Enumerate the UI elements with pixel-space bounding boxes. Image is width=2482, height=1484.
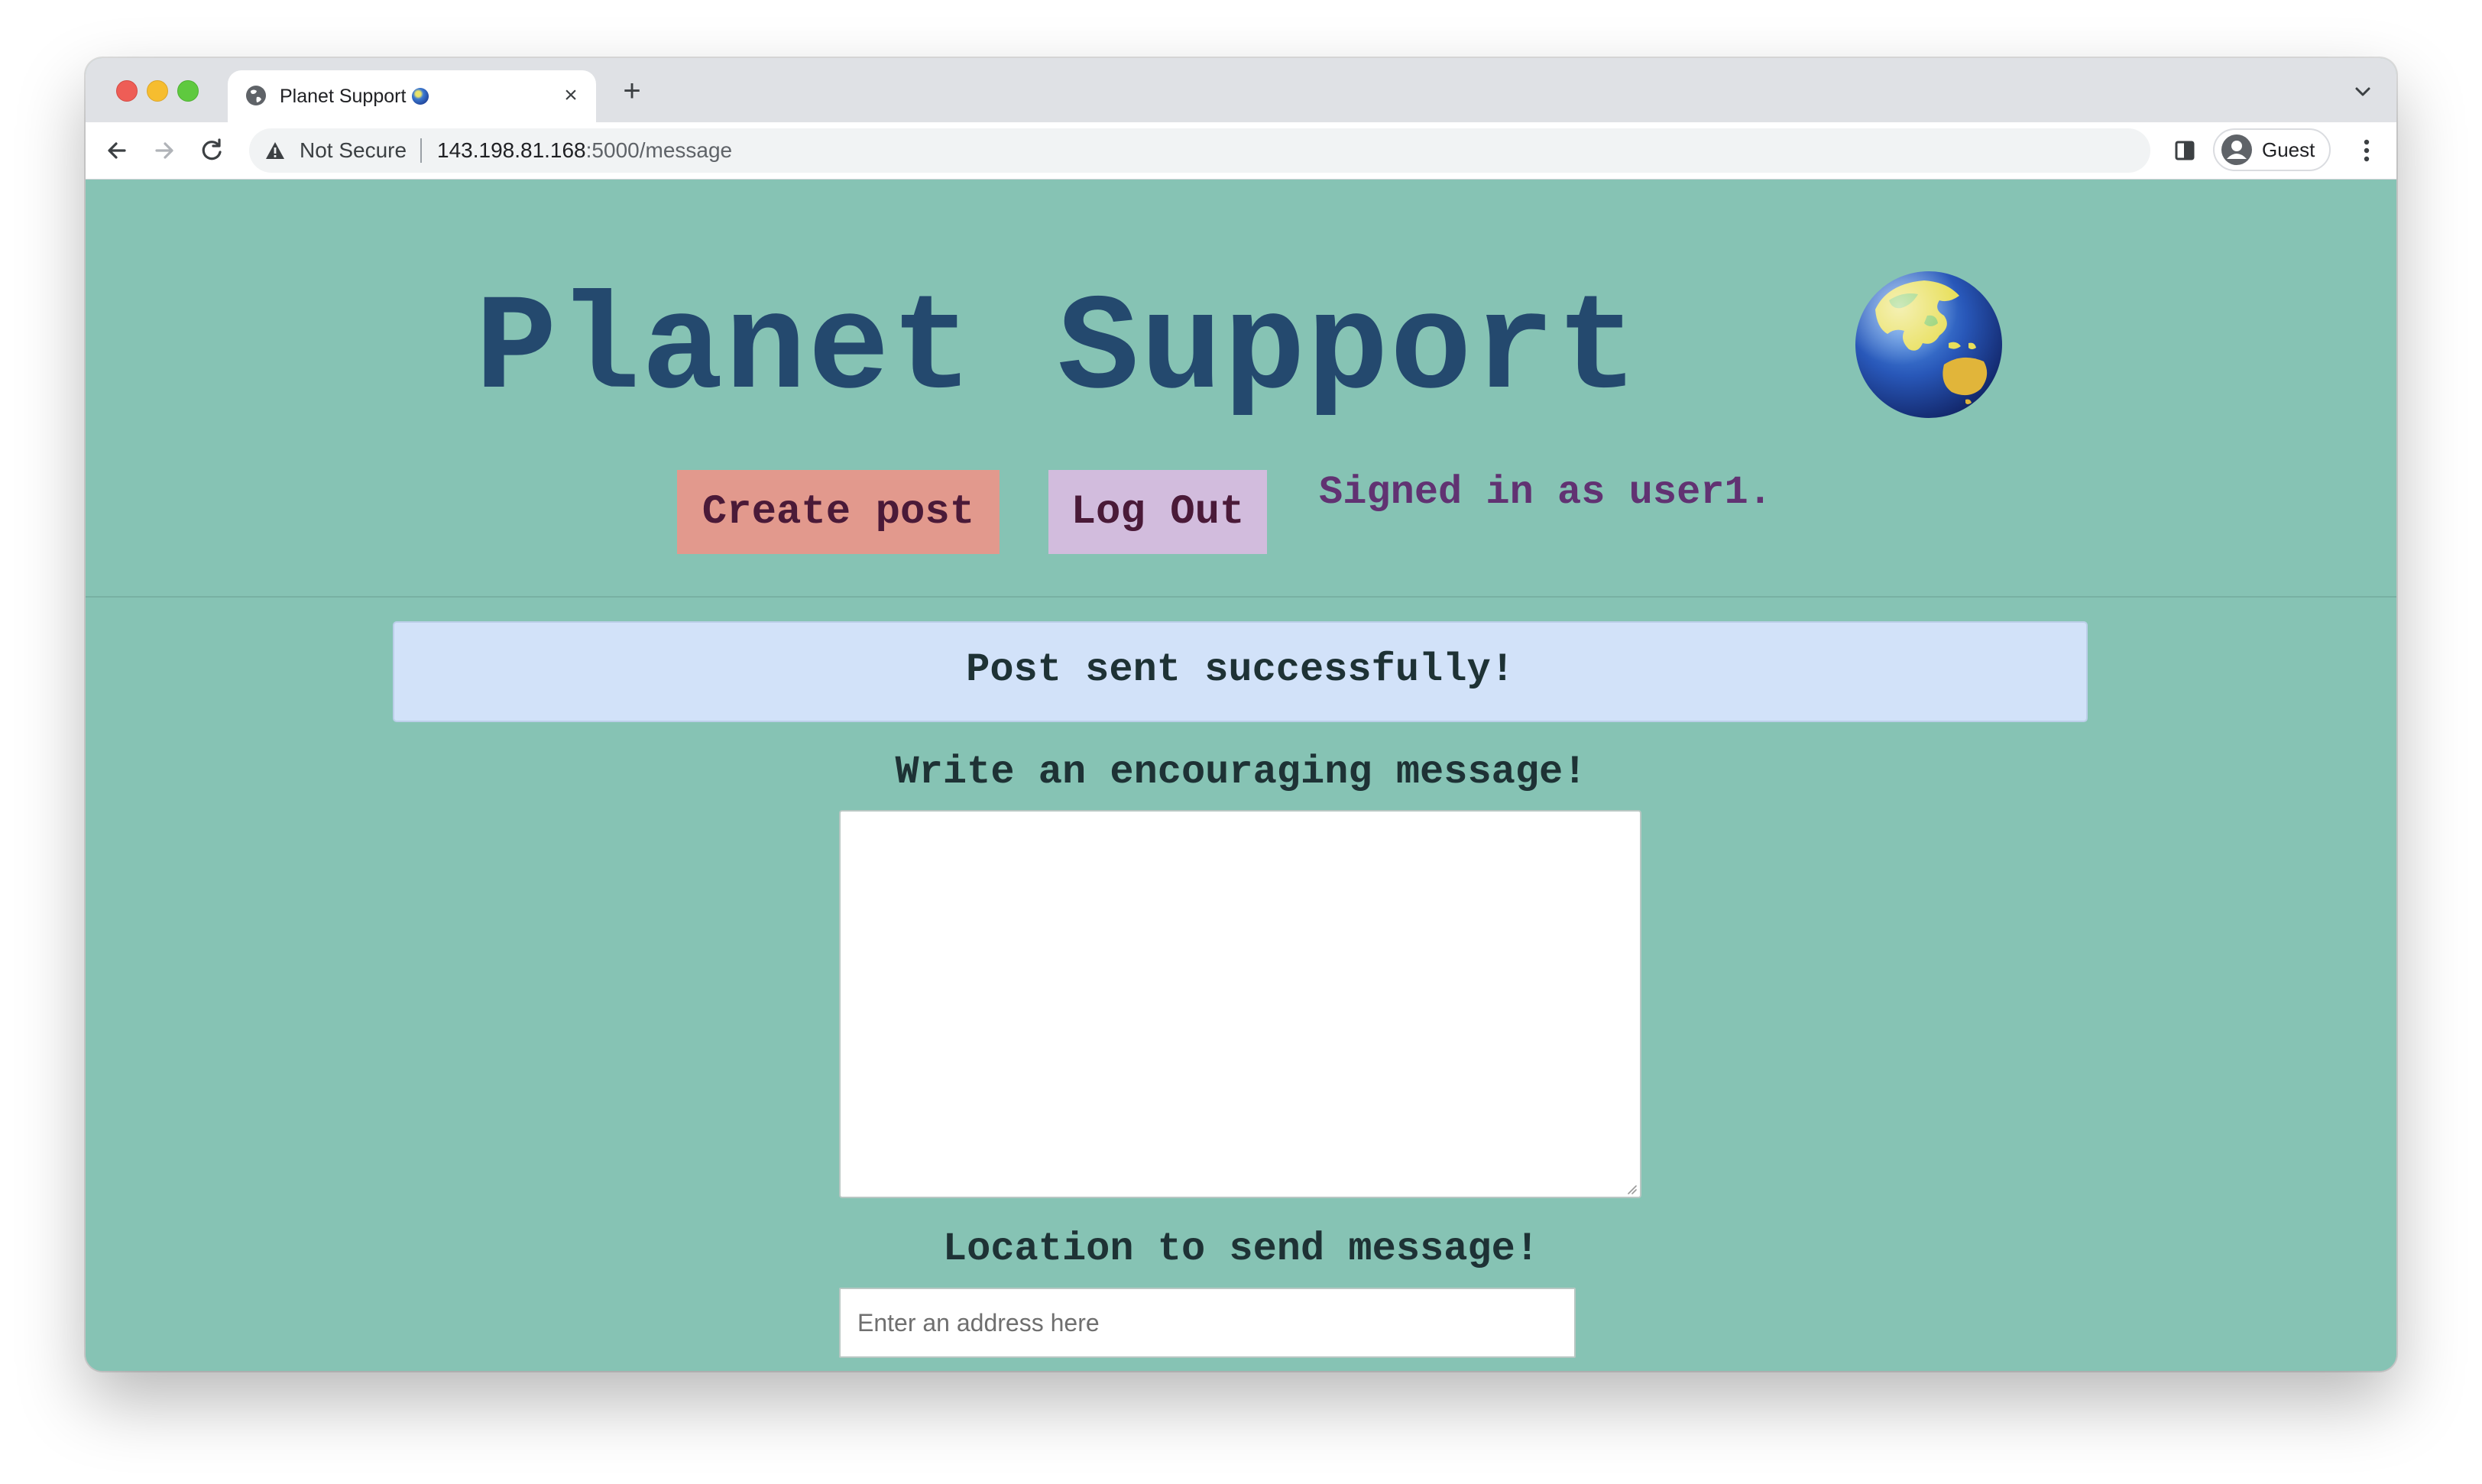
browser-window: Planet Support × + Not Secure 143.198.81… xyxy=(86,58,2396,1371)
flash-success-message: Post sent successfully! xyxy=(393,621,2088,722)
arrow-right-icon[interactable] xyxy=(147,133,182,168)
three-dots-vertical-icon[interactable] xyxy=(2349,133,2384,168)
profile-name: Guest xyxy=(2262,138,2315,161)
globe-icon xyxy=(245,84,267,107)
warning-triangle-icon[interactable] xyxy=(264,141,286,160)
page-content: Planet Support Create post Log Out Signe… xyxy=(86,180,2396,1371)
security-status[interactable]: Not Secure xyxy=(300,138,407,163)
url-text[interactable]: 143.198.81.168:5000/message xyxy=(437,138,732,163)
location-label: Location to send message! xyxy=(942,1226,1540,1272)
address-divider xyxy=(420,138,422,163)
tab-planet-support[interactable]: Planet Support × xyxy=(228,70,596,122)
tab-strip: Planet Support × + xyxy=(86,58,2396,122)
signed-in-status: Signed in as user1. xyxy=(1319,470,1772,515)
chevron-down-icon[interactable] xyxy=(2348,76,2378,107)
profile-button[interactable]: Guest xyxy=(2213,128,2331,171)
person-circle-icon xyxy=(2221,134,2253,166)
url-path: :5000/message xyxy=(585,138,733,162)
header-divider xyxy=(86,596,2396,598)
maximize-window-button[interactable] xyxy=(177,80,199,102)
new-tab-button[interactable]: + xyxy=(614,73,650,109)
address-bar[interactable]: Not Secure 143.198.81.168:5000/message xyxy=(249,128,2150,173)
page-title: Planet Support xyxy=(475,274,1640,428)
globe-emoji-icon xyxy=(412,88,429,105)
earth-globe-asia-australia-icon xyxy=(1854,270,2004,420)
log-out-button[interactable]: Log Out xyxy=(1048,470,1267,554)
message-label: Write an encouraging message! xyxy=(895,750,1587,795)
tab-title: Planet Support xyxy=(280,84,429,109)
minimize-window-button[interactable] xyxy=(147,80,168,102)
create-post-button[interactable]: Create post xyxy=(677,470,1000,554)
message-textarea[interactable] xyxy=(839,810,1641,1198)
url-host: 143.198.81.168 xyxy=(437,138,586,162)
tab-close-button[interactable]: × xyxy=(558,83,584,109)
close-window-button[interactable] xyxy=(116,80,138,102)
reload-icon[interactable] xyxy=(194,133,229,168)
side-panel-icon[interactable] xyxy=(2169,134,2201,167)
arrow-left-icon[interactable] xyxy=(99,133,134,168)
browser-toolbar: Not Secure 143.198.81.168:5000/message G… xyxy=(86,122,2396,180)
resize-grip-icon[interactable] xyxy=(1625,1182,1637,1194)
address-input[interactable] xyxy=(839,1288,1576,1358)
